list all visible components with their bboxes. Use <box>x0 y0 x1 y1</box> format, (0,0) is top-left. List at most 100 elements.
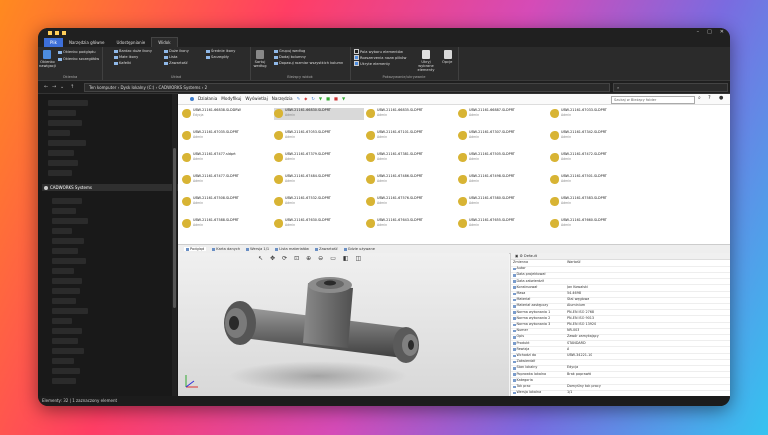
file-item[interactable]: UBW-21161-66887.SLDPRT Admin <box>458 108 548 120</box>
close-icon[interactable]: ✕ <box>720 29 724 35</box>
nav-item[interactable] <box>52 228 72 234</box>
property-value[interactable]: Jan Kowalski <box>567 285 588 291</box>
hide-selected-button[interactable]: Ukryj wybrane elementy <box>414 60 438 72</box>
file-item[interactable]: UBW-21161-67342.SLDPRT Admin <box>550 130 640 142</box>
nav-item[interactable] <box>48 160 78 166</box>
layout-xl-icons[interactable]: Bardzo duże ikony <box>114 49 152 53</box>
nav-item[interactable] <box>52 298 76 304</box>
options-button[interactable]: Opcje <box>442 60 452 64</box>
file-item[interactable]: UBW-21161-67477.sldprt Admin <box>182 152 272 164</box>
tab-file[interactable]: Plik <box>44 38 63 47</box>
file-item[interactable]: UBW-21161-67498.SLDPRT Admin <box>458 174 548 186</box>
details-pane-button[interactable]: Okienko szczegółów <box>58 57 99 61</box>
nav-item[interactable] <box>52 338 78 344</box>
up-icon[interactable]: ↑ <box>70 84 74 90</box>
file-item[interactable]: UBW-21161-67472.SLDPRT Admin <box>550 152 640 164</box>
property-value[interactable]: PN-EN ISO 9013 <box>567 316 594 322</box>
nav-item[interactable] <box>52 208 76 214</box>
fit-columns-button[interactable]: Dopasuj rozmiar wszystkich kolumn <box>274 61 343 65</box>
property-value[interactable]: Domyślny tok pracy <box>567 384 601 390</box>
property-value[interactable]: Brak poprawki <box>567 372 591 378</box>
file-item[interactable]: UBW-21161-67379.SLDPRT Admin <box>274 152 364 164</box>
tab-datacard[interactable]: Karta danych <box>212 247 240 251</box>
tab-view[interactable]: Widok <box>151 37 178 47</box>
nav-item[interactable] <box>48 100 88 106</box>
property-value[interactable]: Stal węglowa <box>567 297 589 303</box>
property-value[interactable]: Zawór zamykający <box>567 334 599 340</box>
pdm-menu-modify[interactable]: Modyfikuj <box>221 96 241 101</box>
property-value[interactable]: NR-003 <box>567 328 579 334</box>
tab-bom[interactable]: Lista materiałów <box>275 247 309 251</box>
file-item[interactable]: UBW-21161-67501.SLDPRT Admin <box>550 174 640 186</box>
checkin-icon[interactable]: ◆ <box>304 96 307 101</box>
file-item[interactable]: UBW-21161-66838.SLDDRW Edycja <box>182 108 272 120</box>
forward-icon[interactable]: → <box>52 84 56 90</box>
state-icon[interactable]: ▼ <box>342 96 345 101</box>
property-value[interactable]: PN-EN ISO 13920 <box>567 322 596 328</box>
nav-item[interactable] <box>52 378 76 384</box>
file-item[interactable]: UBW-21161-67655.SLDPRT Admin <box>458 218 548 230</box>
nav-item[interactable] <box>52 318 72 324</box>
nav-item[interactable] <box>52 308 88 314</box>
hidden-items-toggle[interactable]: Ukryte elementy <box>354 61 390 66</box>
tab-where-used[interactable]: Gdzie używane <box>343 247 375 251</box>
file-item[interactable]: UBW-21161-67583.SLDPRT Admin <box>550 196 640 208</box>
property-value[interactable]: PN-EN ISO 2768 <box>567 310 594 316</box>
tab-home[interactable]: Narzędzia główne <box>63 38 111 47</box>
file-item[interactable]: UBW-21161-66835.SLDPRT Admin <box>366 108 456 120</box>
minimize-icon[interactable]: – <box>697 29 700 35</box>
file-item[interactable]: UBW-21161-67033.SLDPRT Admin <box>550 108 640 120</box>
layout-tiles[interactable]: Kafelki <box>114 61 131 65</box>
search-icon[interactable]: ⌕ <box>698 95 701 101</box>
item-checkboxes-toggle[interactable]: Pola wyboru elementów <box>354 49 403 54</box>
file-item[interactable]: UBW-21161-67576.SLDPRT Admin <box>366 196 456 208</box>
file-item[interactable]: UBW-21161-67486.SLDPRT Admin <box>366 174 456 186</box>
help-icon[interactable]: ? <box>708 95 711 101</box>
explorer-search-input[interactable]: ⌕ <box>613 83 728 92</box>
file-item[interactable]: UBW-21161-67532.SLDPRT Admin <box>274 196 364 208</box>
file-item[interactable]: UBW-21161-67484.SLDPRT Admin <box>274 174 364 186</box>
file-item[interactable]: UBW-21161-67505.SLDPRT Admin <box>458 152 548 164</box>
property-value[interactable]: Aluminium <box>567 303 585 309</box>
preview-pane-button[interactable]: Okienko podglądu <box>58 50 96 54</box>
nav-item[interactable] <box>52 268 74 274</box>
file-item[interactable]: UBW-21161-67643.SLDPRT Admin <box>366 218 456 230</box>
sidebar-item-cadworks[interactable]: CADWORKS Systems <box>42 184 178 191</box>
tab-preview[interactable]: Podgląd <box>184 247 207 251</box>
model-viewer[interactable]: ↖ ✥ ⟳ ⊡ ⊕ ⊖ ▭ ◧ ◫ <box>178 253 509 396</box>
file-item[interactable]: UBW-21161-67381.SLDPRT Admin <box>366 152 456 164</box>
nav-item[interactable] <box>48 110 76 116</box>
property-value[interactable]: STANDARD <box>567 341 586 347</box>
property-value[interactable]: Edycja <box>567 365 578 371</box>
maximize-icon[interactable]: □ <box>707 29 712 35</box>
nav-item[interactable] <box>52 198 82 204</box>
nav-item[interactable] <box>48 140 86 146</box>
nav-item[interactable] <box>48 170 72 176</box>
quick-access-toolbar[interactable] <box>48 31 66 35</box>
transition-icon[interactable]: ■ <box>326 96 330 101</box>
nav-item[interactable] <box>52 258 86 264</box>
nav-item[interactable] <box>52 348 84 354</box>
nav-item[interactable] <box>52 248 78 254</box>
nav-item[interactable] <box>52 288 80 294</box>
nav-item[interactable] <box>52 218 88 224</box>
sidebar-scrollbar-thumb[interactable] <box>173 148 176 308</box>
pdm-menu-actions[interactable]: Działania <box>198 96 217 101</box>
layout-content[interactable]: Zawartość <box>164 61 188 65</box>
property-value[interactable]: UBW-34221-10 <box>567 353 592 359</box>
layout-list[interactable]: Lista <box>164 55 177 59</box>
file-item[interactable]: UBW-21161-67660.SLDPRT Admin <box>550 218 640 230</box>
file-item[interactable]: UBW-21161-67101.SLDPRT Admin <box>366 130 456 142</box>
tab-version[interactable]: Wersja 1/1 <box>246 247 269 251</box>
property-value[interactable]: A <box>567 347 569 353</box>
layout-small-icons[interactable]: Małe ikony <box>114 55 138 59</box>
address-bar[interactable]: Ten komputer › Dysk lokalny (C:) › CADWO… <box>84 83 610 92</box>
pdm-menu-tools[interactable]: Narzędzia <box>272 96 293 101</box>
nav-item[interactable] <box>52 368 80 374</box>
nav-item[interactable] <box>52 328 82 334</box>
group-by-button[interactable]: Grupuj według <box>274 49 305 53</box>
add-columns-button[interactable]: Dodaj kolumny <box>274 55 306 59</box>
tab-share[interactable]: Udostępnianie <box>110 38 151 47</box>
nav-item[interactable] <box>48 130 70 136</box>
file-item[interactable]: UBW-21161-67630.SLDPRT Admin <box>274 218 364 230</box>
